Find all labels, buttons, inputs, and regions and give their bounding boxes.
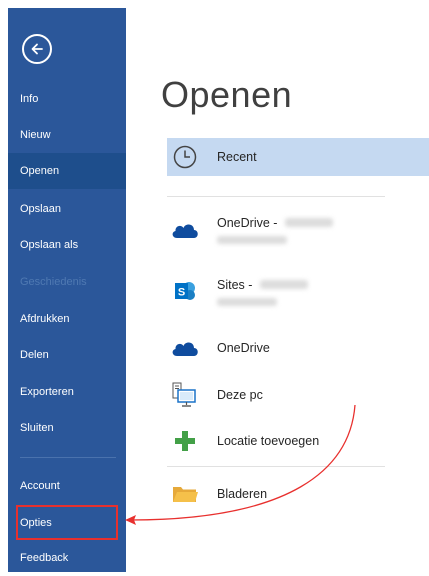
nav-geschiedenis: Geschiedenis <box>20 276 87 288</box>
nav-exporteren[interactable]: Exporteren <box>8 374 126 410</box>
onedrive-cloud-icon <box>167 338 203 358</box>
location-onedrive-business[interactable]: OneDrive - <box>167 214 429 248</box>
plus-icon <box>167 430 203 452</box>
opties-highlight-annotation <box>16 505 118 540</box>
redacted-text <box>259 280 308 290</box>
backstage-sidebar: Info Nieuw Openen Opslaan Opslaan als Ge… <box>8 8 126 572</box>
svg-text:S: S <box>178 287 185 299</box>
location-browse-label: Bladeren <box>217 487 268 501</box>
location-deze-pc-label: Deze pc <box>217 388 263 402</box>
location-onedrive-label: OneDrive <box>217 341 270 355</box>
location-onedrive[interactable]: OneDrive <box>167 334 429 362</box>
nav-separator <box>20 457 116 458</box>
location-browse[interactable]: Bladeren <box>167 479 429 509</box>
divider <box>167 466 385 467</box>
location-recent[interactable]: Recent <box>167 138 429 176</box>
clock-icon <box>167 144 203 170</box>
onedrive-cloud-icon <box>167 220 203 240</box>
location-recent-label: Recent <box>217 150 257 164</box>
redacted-subtext <box>217 298 277 307</box>
divider <box>167 196 385 197</box>
folder-icon <box>167 483 203 505</box>
nav-opslaan-als[interactable]: Opslaan als <box>8 227 126 263</box>
location-sites-label: Sites - <box>217 278 253 292</box>
nav-delen[interactable]: Delen <box>8 337 126 373</box>
computer-icon <box>167 382 203 408</box>
redacted-text <box>284 218 333 228</box>
nav-info[interactable]: Info <box>8 81 126 117</box>
nav-feedback[interactable]: Feedback <box>8 540 126 576</box>
nav-sluiten[interactable]: Sluiten <box>8 410 126 446</box>
redacted-subtext <box>217 236 287 245</box>
arrow-left-icon <box>31 43 43 55</box>
sharepoint-icon: S <box>167 279 203 303</box>
nav-openen[interactable]: Openen <box>8 153 126 189</box>
location-deze-pc[interactable]: Deze pc <box>167 380 429 410</box>
nav-nieuw[interactable]: Nieuw <box>8 117 126 153</box>
back-button[interactable] <box>22 34 52 64</box>
nav-account[interactable]: Account <box>8 468 126 504</box>
location-sites[interactable]: S Sites - <box>167 276 429 310</box>
nav-afdrukken[interactable]: Afdrukken <box>8 301 126 337</box>
location-add-place[interactable]: Locatie toevoegen <box>167 426 429 456</box>
page-title: Openen <box>161 74 293 115</box>
location-onedrive-business-label: OneDrive - <box>217 216 278 230</box>
location-add-place-label: Locatie toevoegen <box>217 434 320 448</box>
nav-opslaan[interactable]: Opslaan <box>8 191 126 227</box>
